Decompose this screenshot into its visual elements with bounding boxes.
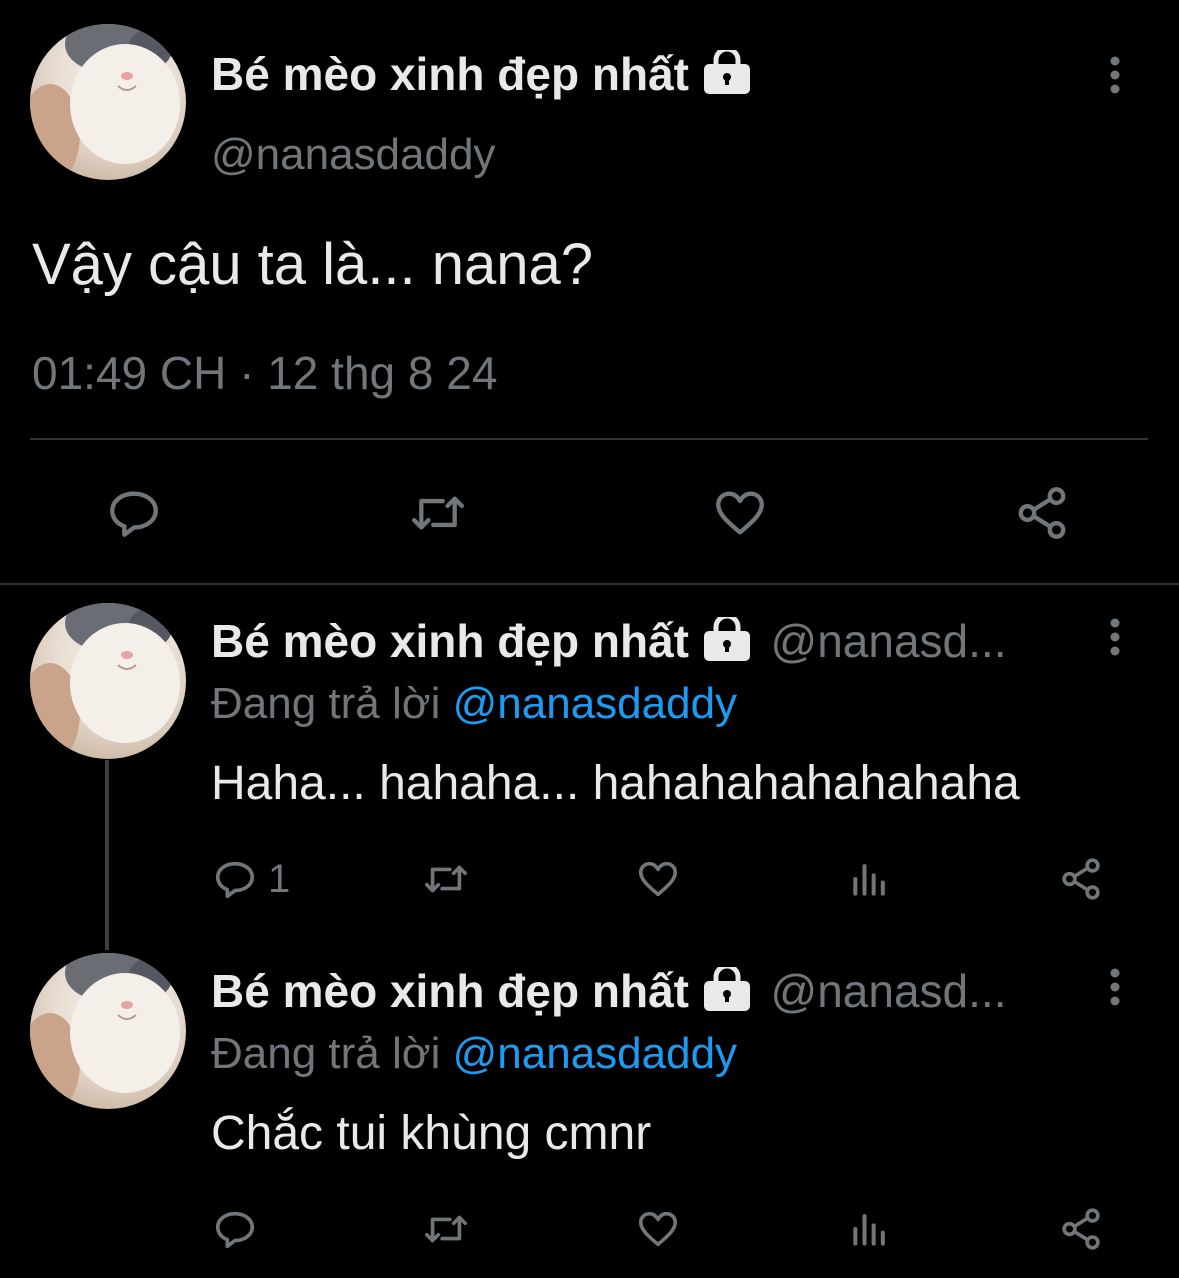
replying-to-line: Đang trả lời @nanasdaddy (211, 677, 737, 731)
replying-to-line: Đang trả lời @nanasdaddy (211, 1027, 737, 1081)
reply-count: 1 (268, 856, 291, 901)
author-display-name: Bé mèo xinh đẹp nhất (211, 615, 689, 667)
views-icon (853, 864, 885, 896)
author-name[interactable]: Bé mèo xinh đẹp nhất @nanasd... (211, 963, 1006, 1023)
more-options-icon[interactable] (1095, 617, 1135, 657)
replying-to-link[interactable]: @nanasdaddy (453, 1029, 737, 1078)
lock-icon (702, 963, 752, 1023)
avatar[interactable] (30, 24, 186, 180)
like-icon (638, 1211, 678, 1247)
share-icon (1062, 858, 1100, 900)
thread-line (105, 760, 109, 950)
author-handle[interactable]: @nanasdaddy (211, 128, 495, 182)
divider (0, 583, 1179, 585)
replying-to-link[interactable]: @nanasdaddy (453, 679, 737, 728)
like-icon (638, 861, 678, 897)
share-icon (1018, 487, 1066, 539)
views-button[interactable] (848, 856, 892, 902)
share-button[interactable] (1058, 856, 1104, 902)
like-button[interactable] (634, 856, 682, 902)
like-button[interactable] (634, 1206, 682, 1252)
share-button[interactable] (1058, 1206, 1104, 1252)
reply-button[interactable] (105, 484, 163, 542)
avatar[interactable] (30, 603, 186, 759)
reply-icon (110, 491, 158, 537)
divider (30, 438, 1148, 440)
author-name[interactable]: Bé mèo xinh đẹp nhất (211, 46, 752, 106)
views-icon (853, 1214, 885, 1246)
author-display-name: Bé mèo xinh đẹp nhất (211, 965, 689, 1017)
author-handle: @nanasd... (770, 615, 1007, 667)
lock-icon (702, 613, 752, 673)
avatar[interactable] (30, 953, 186, 1109)
reply-text: Haha... hahaha... hahahahahahahaha (211, 757, 1020, 810)
tweet-timestamp[interactable]: 01:49 CH · 12 thg 8 24 (32, 345, 497, 401)
author-name[interactable]: Bé mèo xinh đẹp nhất @nanasd... (211, 613, 1006, 673)
author-display-name: Bé mèo xinh đẹp nhất (211, 48, 689, 100)
reply-icon (215, 1211, 255, 1249)
lock-icon (702, 46, 752, 106)
replying-prefix: Đang trả lời (211, 1029, 441, 1078)
reply-text: Chắc tui khùng cmnr (211, 1107, 652, 1160)
retweet-icon (425, 865, 467, 893)
retweet-button[interactable] (420, 1206, 472, 1252)
tweet-text: Vậy cậu ta là... nana? (32, 232, 594, 297)
like-button[interactable] (710, 484, 770, 542)
retweet-button[interactable] (407, 484, 469, 542)
share-button[interactable] (1012, 484, 1072, 542)
more-options-icon[interactable] (1095, 55, 1135, 95)
more-options-icon[interactable] (1095, 967, 1135, 1007)
retweet-button[interactable] (420, 856, 472, 902)
reply-button[interactable] (212, 1206, 258, 1252)
retweet-icon (412, 496, 464, 530)
like-icon (716, 491, 764, 535)
views-button[interactable] (848, 1206, 892, 1252)
retweet-icon (425, 1215, 467, 1243)
author-handle: @nanasd... (770, 965, 1007, 1017)
share-icon (1062, 1208, 1100, 1250)
reply-icon (215, 861, 255, 899)
reply-button[interactable]: 1 (212, 856, 290, 902)
replying-prefix: Đang trả lời (211, 679, 441, 728)
